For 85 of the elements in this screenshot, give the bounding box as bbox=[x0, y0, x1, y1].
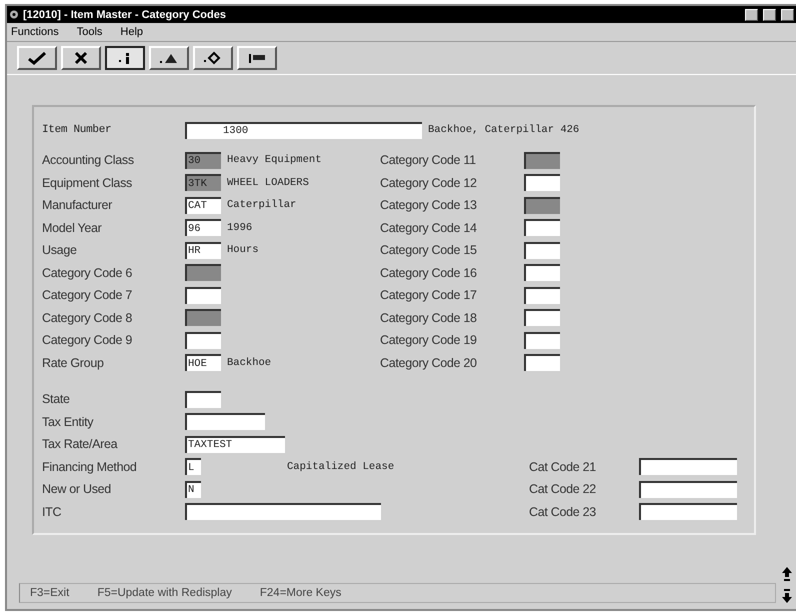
input-field[interactable]: 1300 bbox=[185, 122, 422, 138]
field-label: Rate Group bbox=[42, 356, 105, 370]
input-field[interactable] bbox=[185, 286, 221, 304]
input-field[interactable] bbox=[524, 309, 560, 326]
flag-icon bbox=[247, 51, 267, 65]
field-description: 1996 bbox=[227, 222, 252, 234]
input-field[interactable] bbox=[185, 503, 381, 520]
field-description: Caterpillar bbox=[227, 199, 296, 212]
input-field[interactable] bbox=[524, 152, 560, 169]
close-icon bbox=[74, 51, 88, 65]
input-field[interactable] bbox=[524, 219, 560, 236]
field-description: Heavy Equipment bbox=[227, 154, 322, 166]
input-field[interactable] bbox=[524, 286, 560, 304]
input-field[interactable] bbox=[639, 503, 737, 520]
field-label: Category Code 15 bbox=[380, 243, 478, 258]
checkmark-icon bbox=[27, 51, 47, 65]
function-key-hint: F3=Exit bbox=[30, 587, 70, 599]
field-label: Category Code 13 bbox=[380, 198, 478, 212]
field-label: Financing Method bbox=[42, 460, 138, 474]
input-field[interactable] bbox=[185, 390, 221, 408]
field-description: Capitalized Lease bbox=[287, 460, 394, 473]
input-field[interactable]: 96 bbox=[185, 219, 221, 236]
function-key-hint: F5=Update with Redisplay bbox=[97, 587, 232, 599]
field-label: Category Code 8 bbox=[42, 310, 134, 325]
input-field[interactable]: HOE bbox=[185, 354, 221, 372]
input-field[interactable] bbox=[524, 196, 560, 214]
field-label: Category Code 7 bbox=[42, 288, 134, 302]
field-label: Cat Code 21 bbox=[529, 460, 597, 474]
page-down-icon[interactable] bbox=[782, 589, 792, 603]
field-label: Category Code 17 bbox=[380, 288, 478, 302]
maximize-button[interactable] bbox=[763, 8, 776, 20]
field-label: Model Year bbox=[42, 220, 103, 235]
field-label: Tax Entity bbox=[42, 414, 94, 429]
field-label: Category Code 16 bbox=[380, 266, 478, 280]
field-label: Category Code 12 bbox=[380, 176, 478, 190]
window-title: [12010] - Item Master - Category Codes bbox=[23, 8, 227, 20]
input-field[interactable]: 3TK bbox=[185, 174, 221, 192]
input-field[interactable]: N bbox=[185, 480, 201, 498]
input-field[interactable] bbox=[524, 332, 560, 349]
input-field[interactable] bbox=[639, 480, 737, 498]
input-field[interactable] bbox=[524, 264, 560, 282]
field-label: Manufacturer bbox=[42, 198, 114, 212]
field-label: Item Number bbox=[42, 124, 112, 136]
field-description: WHEEL LOADERS bbox=[227, 176, 309, 189]
field-label: Category Code 9 bbox=[42, 333, 134, 348]
input-field[interactable] bbox=[185, 264, 221, 282]
input-field[interactable]: TAXTEST bbox=[185, 436, 285, 453]
field-description: Backhoe bbox=[227, 356, 272, 369]
input-field[interactable] bbox=[524, 174, 560, 192]
field-label: Accounting Class bbox=[42, 153, 135, 168]
menu-item[interactable]: Functions bbox=[11, 26, 59, 38]
input-field[interactable] bbox=[524, 354, 560, 372]
field-label: State bbox=[42, 392, 71, 406]
input-field[interactable] bbox=[185, 332, 221, 349]
field-label: Category Code 14 bbox=[380, 220, 478, 235]
minimize-button[interactable] bbox=[745, 8, 758, 20]
close-button[interactable] bbox=[781, 8, 794, 20]
input-field[interactable]: HR bbox=[185, 242, 221, 259]
input-field[interactable] bbox=[639, 458, 737, 476]
function-key-hint: F24=More Keys bbox=[260, 587, 342, 599]
field-label: Equipment Class bbox=[42, 176, 133, 190]
input-field[interactable] bbox=[185, 413, 265, 430]
field-description: Backhoe, Caterpillar 426 bbox=[428, 124, 580, 136]
field-label: ITC bbox=[42, 504, 62, 519]
field-label: New or Used bbox=[42, 482, 112, 496]
input-field[interactable] bbox=[185, 309, 221, 326]
page-up-icon[interactable] bbox=[782, 567, 792, 581]
menu-item[interactable]: Help bbox=[120, 26, 144, 38]
field-label: Category Code 11 bbox=[380, 153, 477, 168]
field-label: Cat Code 22 bbox=[529, 482, 597, 496]
input-field[interactable]: L bbox=[185, 458, 201, 476]
field-description: Hours bbox=[227, 244, 259, 256]
field-label: Category Code 18 bbox=[380, 310, 478, 325]
toolbar-button[interactable] bbox=[105, 46, 145, 70]
field-label: Usage bbox=[42, 243, 78, 258]
diamond-icon bbox=[203, 51, 223, 65]
field-label: Category Code 6 bbox=[42, 266, 134, 280]
field-label: Category Code 19 bbox=[380, 333, 478, 348]
field-label: Tax Rate/Area bbox=[42, 437, 119, 452]
field-label: Cat Code 23 bbox=[529, 504, 597, 519]
input-field[interactable] bbox=[524, 242, 560, 259]
menu-item[interactable]: Tools bbox=[76, 26, 102, 38]
input-field[interactable]: CAT bbox=[185, 196, 221, 214]
input-field[interactable]: 30 bbox=[185, 152, 221, 169]
field-label: Category Code 20 bbox=[380, 356, 478, 370]
